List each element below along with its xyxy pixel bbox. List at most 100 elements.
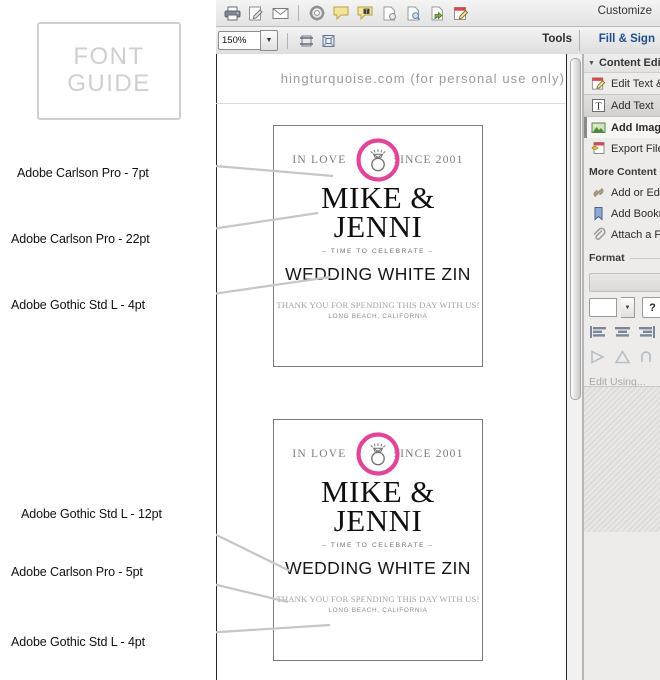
- couple-names-2: MIKE & JENNI: [274, 476, 482, 538]
- svg-text:T: T: [595, 101, 601, 112]
- city-text-1: LONG BEACH, CALIFORNIA: [328, 313, 428, 321]
- paperclip-icon: [591, 227, 606, 242]
- document-vertical-scrollbar[interactable]: [567, 54, 583, 680]
- document-left-edge: [216, 54, 217, 680]
- panel-item-label: Attach a File: [611, 228, 660, 241]
- panel-item-add-image[interactable]: Add Image: [584, 117, 660, 138]
- panel-item-add-text[interactable]: T Add Text: [584, 94, 660, 117]
- label-top-row-2: IN LOVE SINCE 2001: [274, 428, 482, 480]
- panel-item-label: Add or Edit Lin: [611, 186, 660, 199]
- align-center-icon[interactable]: [614, 325, 631, 344]
- align-left-icon[interactable]: [590, 325, 607, 344]
- customize-button[interactable]: Customize: [598, 5, 652, 17]
- fill-and-sign-tab[interactable]: Fill & Sign: [599, 33, 655, 45]
- since-text-2: SINCE 2001: [392, 448, 464, 460]
- wine-variety-2: WEDDING WHITE ZIN: [285, 558, 471, 579]
- more-content-title: More Content: [589, 166, 657, 178]
- rotate-left-icon[interactable]: [638, 350, 655, 369]
- link-icon: [591, 185, 606, 200]
- annotation-label-5: Adobe Carlson Pro - 5pt: [11, 565, 143, 579]
- panel-item-label: Export File to...: [611, 142, 660, 155]
- thanks-text-2: THANK YOU FOR SPENDING THIS DAY WITH US!: [276, 594, 480, 605]
- export-file-icon: [591, 141, 606, 156]
- celebrate-text-2: – TIME TO CELEBRATE –: [322, 542, 434, 550]
- in-love-text-1: IN LOVE: [292, 154, 347, 166]
- format-title: Format: [589, 252, 625, 264]
- thanks-text-1: THANK YOU FOR SPENDING THIS DAY WITH US!: [276, 300, 480, 311]
- edit-text-image-icon[interactable]: [450, 3, 472, 24]
- flip-vertical-icon[interactable]: [614, 349, 631, 369]
- font-guide-line-1: FONT: [73, 43, 145, 71]
- annotation-label-2: Adobe Carlson Pro - 22pt: [11, 232, 150, 246]
- annotation-label-6: Adobe Gothic Std L - 4pt: [11, 635, 146, 649]
- annotation-label-4: Adobe Gothic Std L - 12pt: [21, 507, 162, 521]
- wine-variety-1: WEDDING WHITE ZIN: [285, 264, 471, 285]
- document-site-note: hingturquoise.com (for personal use only…: [280, 71, 565, 86]
- panel-item-add-or-edit-link[interactable]: Add or Edit Lin: [584, 182, 660, 203]
- flip-horizontal-icon[interactable]: [590, 350, 607, 369]
- panel-item-edit-text-image[interactable]: Edit Text & Im...: [584, 73, 660, 94]
- font-select-field[interactable]: [589, 273, 660, 292]
- edit-text-image-icon: [591, 76, 606, 91]
- annotation-label-1: Adobe Carlson Pro - 7pt: [17, 166, 149, 180]
- toolbar-secondary: 150% ▼ Tools Fill & Sign: [216, 27, 660, 55]
- svg-text:T: T: [365, 9, 368, 15]
- font-guide-column: FONT GUIDE Adobe Carlson Pro - 7pt Adobe…: [0, 0, 216, 680]
- diamond-ring-badge-icon: [356, 138, 400, 182]
- panel-item-attach-file[interactable]: Attach a File: [584, 224, 660, 245]
- panel-item-label: Add Text: [611, 99, 654, 112]
- alignment-buttons-row: [584, 318, 660, 344]
- fit-width-icon[interactable]: [295, 30, 317, 51]
- export-page-icon[interactable]: [426, 3, 448, 24]
- email-icon[interactable]: [269, 3, 291, 24]
- sticky-note-icon[interactable]: [330, 3, 352, 24]
- screenshot-root: FONT GUIDE Adobe Carlson Pro - 7pt Adobe…: [0, 0, 660, 680]
- transform-buttons-row: [584, 344, 660, 369]
- page-search-icon[interactable]: [402, 3, 424, 24]
- name-line-1b: JENNI: [333, 208, 423, 244]
- toolbar-tab-divider: [579, 30, 580, 51]
- name-line-2b: JENNI: [333, 502, 423, 538]
- fit-page-icon[interactable]: [317, 30, 339, 51]
- diamond-ring-badge-icon: [356, 432, 400, 476]
- text-color-swatch[interactable]: [589, 298, 617, 317]
- font-guide-line-2: GUIDE: [67, 70, 151, 97]
- document-canvas[interactable]: hingturquoise.com (for personal use only…: [216, 54, 567, 680]
- chevron-down-icon: ▼: [588, 59, 595, 67]
- content-editing-title: Content Editing: [598, 57, 660, 69]
- highlight-text-icon[interactable]: T: [354, 3, 376, 24]
- wine-label-card-2[interactable]: IN LOVE SINCE 2001 MIKE & JENNI – TIME T…: [273, 419, 483, 661]
- subheader-rule: [629, 257, 660, 259]
- label-top-row-1: IN LOVE SINCE 2001: [274, 134, 482, 186]
- content-editing-group-header[interactable]: ▼ Content Editing: [584, 54, 660, 73]
- format-controls-row: ▼ ? T: [584, 292, 660, 318]
- zoom-level-input[interactable]: 150%: [218, 31, 260, 50]
- panel-item-export-file[interactable]: Export File to...: [584, 138, 660, 159]
- print-icon[interactable]: [221, 3, 243, 24]
- panel-item-label: Add Image: [611, 121, 660, 134]
- tools-panel: ▼ Content Editing Edit Text & Im...: [583, 54, 660, 680]
- sign-document-icon[interactable]: [245, 3, 267, 24]
- panel-item-label: Edit Text & Im...: [611, 77, 660, 90]
- more-content-subheader: More Content: [584, 162, 660, 182]
- panel-item-add-bookmark[interactable]: Add Bookmark: [584, 203, 660, 224]
- settings-gear-icon[interactable]: [306, 3, 328, 24]
- tools-tab[interactable]: Tools: [542, 33, 572, 45]
- couple-names-1: MIKE & JENNI: [274, 182, 482, 244]
- page-tool-icon[interactable]: [378, 3, 400, 24]
- bookmark-icon: [591, 206, 606, 221]
- format-help-button[interactable]: ?: [642, 297, 660, 318]
- scrollbar-thumb[interactable]: [570, 58, 581, 400]
- add-image-icon: [591, 120, 606, 135]
- text-color-dropdown-chevron-icon[interactable]: ▼: [621, 297, 635, 318]
- document-header-rule: [216, 103, 565, 104]
- add-text-icon: T: [591, 98, 606, 113]
- toolbar-primary: T Customize: [216, 0, 660, 27]
- panel-item-label: Add Bookmark: [611, 207, 660, 220]
- wine-label-card-1[interactable]: IN LOVE SINCE 2001 MIKE & JENNI – TIME T…: [273, 125, 483, 367]
- zoom-dropdown-chevron-icon[interactable]: ▼: [260, 30, 278, 51]
- toolbar-separator-2: [287, 32, 288, 49]
- panel-empty-area: [584, 386, 660, 532]
- align-right-icon[interactable]: [638, 325, 655, 344]
- celebrate-text-1: – TIME TO CELEBRATE –: [322, 248, 434, 256]
